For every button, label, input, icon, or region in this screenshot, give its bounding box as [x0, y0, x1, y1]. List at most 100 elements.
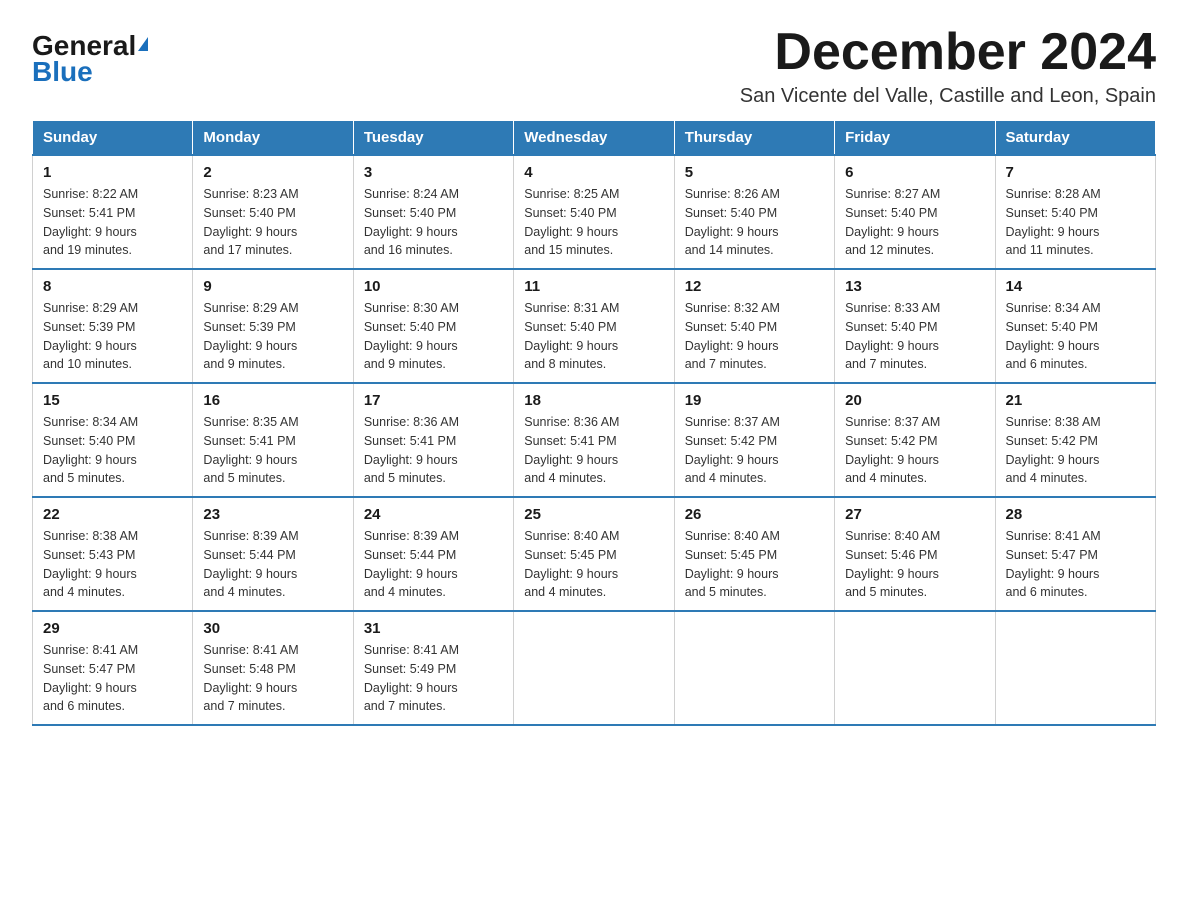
day-info: Sunrise: 8:41 AM Sunset: 5:48 PM Dayligh…	[203, 641, 342, 716]
calendar-day-cell: 13 Sunrise: 8:33 AM Sunset: 5:40 PM Dayli…	[835, 269, 995, 383]
day-number: 21	[1006, 392, 1145, 409]
weekday-header-tuesday: Tuesday	[353, 121, 513, 156]
day-info: Sunrise: 8:30 AM Sunset: 5:40 PM Dayligh…	[364, 299, 503, 374]
calendar-day-cell	[674, 611, 834, 725]
day-info: Sunrise: 8:40 AM Sunset: 5:46 PM Dayligh…	[845, 527, 984, 602]
calendar-day-cell: 15Sunrise: 8:34 AM Sunset: 5:40 PM Dayli…	[33, 383, 193, 497]
day-number: 23	[203, 506, 342, 523]
weekday-header-thursday: Thursday	[674, 121, 834, 156]
calendar-day-cell: 11 Sunrise: 8:31 AM Sunset: 5:40 PM Dayli…	[514, 269, 674, 383]
day-info: Sunrise: 8:23 AM Sunset: 5:40 PM Dayligh…	[203, 185, 342, 260]
calendar-day-cell: 24Sunrise: 8:39 AM Sunset: 5:44 PM Dayli…	[353, 497, 513, 611]
logo: General Blue	[32, 32, 148, 86]
day-info: Sunrise: 8:29 AM Sunset: 5:39 PM Dayligh…	[43, 299, 182, 374]
calendar-day-cell: 18 Sunrise: 8:36 AM Sunset: 5:41 PM Dayli…	[514, 383, 674, 497]
calendar-day-cell: 31 Sunrise: 8:41 AM Sunset: 5:49 PM Dayli…	[353, 611, 513, 725]
day-info: Sunrise: 8:41 AM Sunset: 5:47 PM Dayligh…	[1006, 527, 1145, 602]
calendar-day-cell: 28 Sunrise: 8:41 AM Sunset: 5:47 PM Dayli…	[995, 497, 1155, 611]
calendar-day-cell: 5 Sunrise: 8:26 AM Sunset: 5:40 PM Daylig…	[674, 155, 834, 269]
day-number: 25	[524, 506, 663, 523]
logo-triangle-icon	[138, 37, 148, 51]
calendar-week-row: 29 Sunrise: 8:41 AM Sunset: 5:47 PM Dayli…	[33, 611, 1156, 725]
calendar-day-cell: 26 Sunrise: 8:40 AM Sunset: 5:45 PM Dayli…	[674, 497, 834, 611]
month-title: December 2024	[740, 24, 1156, 81]
weekday-header-monday: Monday	[193, 121, 353, 156]
calendar-day-cell: 1 Sunrise: 8:22 AM Sunset: 5:41 PM Daylig…	[33, 155, 193, 269]
day-number: 28	[1006, 506, 1145, 523]
title-block: December 2024 San Vicente del Valle, Cas…	[740, 24, 1156, 108]
day-info: Sunrise: 8:41 AM Sunset: 5:49 PM Dayligh…	[364, 641, 503, 716]
day-info: Sunrise: 8:38 AM Sunset: 5:43 PM Dayligh…	[43, 527, 182, 602]
day-number: 4	[524, 164, 663, 181]
day-info: Sunrise: 8:27 AM Sunset: 5:40 PM Dayligh…	[845, 185, 984, 260]
day-info: Sunrise: 8:39 AM Sunset: 5:44 PM Dayligh…	[364, 527, 503, 602]
day-info: Sunrise: 8:34 AM Sunset: 5:40 PM Dayligh…	[1006, 299, 1145, 374]
day-number: 7	[1006, 164, 1145, 181]
calendar-day-cell: 29 Sunrise: 8:41 AM Sunset: 5:47 PM Dayli…	[33, 611, 193, 725]
calendar-header: SundayMondayTuesdayWednesdayThursdayFrid…	[33, 121, 1156, 156]
day-info: Sunrise: 8:36 AM Sunset: 5:41 PM Dayligh…	[524, 413, 663, 488]
calendar-day-cell: 9 Sunrise: 8:29 AM Sunset: 5:39 PM Daylig…	[193, 269, 353, 383]
day-info: Sunrise: 8:40 AM Sunset: 5:45 PM Dayligh…	[524, 527, 663, 602]
weekday-header-row: SundayMondayTuesdayWednesdayThursdayFrid…	[33, 121, 1156, 156]
day-number: 30	[203, 620, 342, 637]
calendar-day-cell: 21 Sunrise: 8:38 AM Sunset: 5:42 PM Dayli…	[995, 383, 1155, 497]
day-number: 29	[43, 620, 182, 637]
day-info: Sunrise: 8:39 AM Sunset: 5:44 PM Dayligh…	[203, 527, 342, 602]
weekday-header-friday: Friday	[835, 121, 995, 156]
calendar-day-cell: 4Sunrise: 8:25 AM Sunset: 5:40 PM Daylig…	[514, 155, 674, 269]
calendar-day-cell: 3 Sunrise: 8:24 AM Sunset: 5:40 PM Daylig…	[353, 155, 513, 269]
day-number: 11	[524, 278, 663, 295]
day-info: Sunrise: 8:34 AM Sunset: 5:40 PM Dayligh…	[43, 413, 182, 488]
day-number: 18	[524, 392, 663, 409]
calendar-day-cell: 10 Sunrise: 8:30 AM Sunset: 5:40 PM Dayli…	[353, 269, 513, 383]
day-info: Sunrise: 8:22 AM Sunset: 5:41 PM Dayligh…	[43, 185, 182, 260]
day-number: 8	[43, 278, 182, 295]
day-info: Sunrise: 8:37 AM Sunset: 5:42 PM Dayligh…	[845, 413, 984, 488]
day-number: 10	[364, 278, 503, 295]
calendar-week-row: 15Sunrise: 8:34 AM Sunset: 5:40 PM Dayli…	[33, 383, 1156, 497]
calendar-day-cell: 7Sunrise: 8:28 AM Sunset: 5:40 PM Daylig…	[995, 155, 1155, 269]
day-number: 19	[685, 392, 824, 409]
day-info: Sunrise: 8:35 AM Sunset: 5:41 PM Dayligh…	[203, 413, 342, 488]
day-info: Sunrise: 8:24 AM Sunset: 5:40 PM Dayligh…	[364, 185, 503, 260]
day-info: Sunrise: 8:38 AM Sunset: 5:42 PM Dayligh…	[1006, 413, 1145, 488]
page-header: General Blue December 2024 San Vicente d…	[32, 24, 1156, 108]
day-number: 5	[685, 164, 824, 181]
day-info: Sunrise: 8:31 AM Sunset: 5:40 PM Dayligh…	[524, 299, 663, 374]
day-number: 22	[43, 506, 182, 523]
calendar-day-cell: 17Sunrise: 8:36 AM Sunset: 5:41 PM Dayli…	[353, 383, 513, 497]
calendar-week-row: 22 Sunrise: 8:38 AM Sunset: 5:43 PM Dayli…	[33, 497, 1156, 611]
calendar-day-cell: 27Sunrise: 8:40 AM Sunset: 5:46 PM Dayli…	[835, 497, 995, 611]
calendar-day-cell: 6 Sunrise: 8:27 AM Sunset: 5:40 PM Daylig…	[835, 155, 995, 269]
calendar-week-row: 1 Sunrise: 8:22 AM Sunset: 5:41 PM Daylig…	[33, 155, 1156, 269]
calendar-day-cell: 22 Sunrise: 8:38 AM Sunset: 5:43 PM Dayli…	[33, 497, 193, 611]
day-info: Sunrise: 8:41 AM Sunset: 5:47 PM Dayligh…	[43, 641, 182, 716]
calendar-day-cell	[514, 611, 674, 725]
day-info: Sunrise: 8:33 AM Sunset: 5:40 PM Dayligh…	[845, 299, 984, 374]
weekday-header-sunday: Sunday	[33, 121, 193, 156]
day-info: Sunrise: 8:40 AM Sunset: 5:45 PM Dayligh…	[685, 527, 824, 602]
calendar-table: SundayMondayTuesdayWednesdayThursdayFrid…	[32, 120, 1156, 726]
weekday-header-saturday: Saturday	[995, 121, 1155, 156]
day-info: Sunrise: 8:29 AM Sunset: 5:39 PM Dayligh…	[203, 299, 342, 374]
day-number: 1	[43, 164, 182, 181]
day-info: Sunrise: 8:26 AM Sunset: 5:40 PM Dayligh…	[685, 185, 824, 260]
day-number: 12	[685, 278, 824, 295]
day-info: Sunrise: 8:36 AM Sunset: 5:41 PM Dayligh…	[364, 413, 503, 488]
day-info: Sunrise: 8:32 AM Sunset: 5:40 PM Dayligh…	[685, 299, 824, 374]
calendar-day-cell: 16 Sunrise: 8:35 AM Sunset: 5:41 PM Dayli…	[193, 383, 353, 497]
calendar-day-cell	[995, 611, 1155, 725]
day-number: 26	[685, 506, 824, 523]
day-info: Sunrise: 8:37 AM Sunset: 5:42 PM Dayligh…	[685, 413, 824, 488]
calendar-day-cell	[835, 611, 995, 725]
day-number: 6	[845, 164, 984, 181]
day-number: 3	[364, 164, 503, 181]
day-number: 31	[364, 620, 503, 637]
day-number: 16	[203, 392, 342, 409]
calendar-day-cell: 14Sunrise: 8:34 AM Sunset: 5:40 PM Dayli…	[995, 269, 1155, 383]
calendar-week-row: 8 Sunrise: 8:29 AM Sunset: 5:39 PM Daylig…	[33, 269, 1156, 383]
day-number: 9	[203, 278, 342, 295]
weekday-header-wednesday: Wednesday	[514, 121, 674, 156]
day-number: 13	[845, 278, 984, 295]
